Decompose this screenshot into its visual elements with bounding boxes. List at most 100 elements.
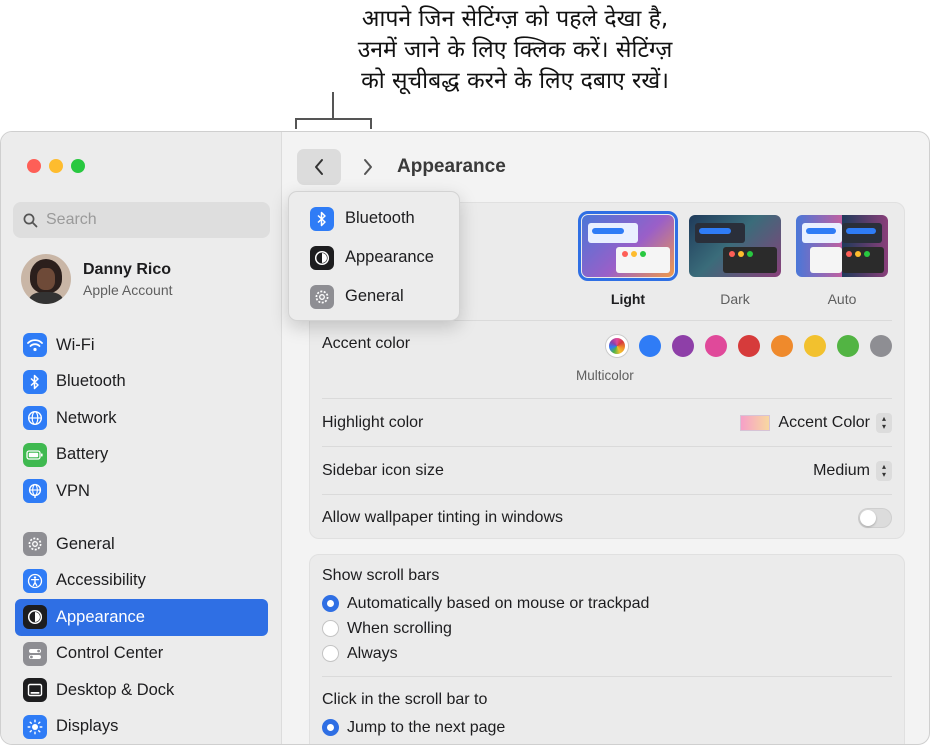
radio-button-selected[interactable] [322, 595, 339, 612]
appearance-mode-picker: Light Dark Auto [578, 211, 888, 307]
sidebar-icon-size-value: Medium [813, 461, 870, 479]
accessibility-icon [23, 568, 47, 593]
account-subtitle: Apple Account [83, 281, 173, 298]
radio-option[interactable]: When scrolling [322, 616, 892, 641]
stage: आपने जिन सेटिंग्ज़ को पहले देखा है, उनमे… [0, 0, 931, 745]
theme-dark[interactable]: Dark [689, 215, 781, 307]
accent-swatch[interactable] [705, 335, 727, 357]
accent-swatch[interactable] [771, 335, 793, 357]
sidebar-icon-size-label: Sidebar icon size [322, 461, 444, 479]
sidebar-icon-size-row: Sidebar icon size Medium ▴ ▾ [322, 446, 892, 494]
settings-window: Danny Rico Apple Account Wi-Fi Bluetooth N… [0, 131, 930, 745]
wifi-icon [23, 333, 47, 358]
sidebar-item-label: Wi-Fi [56, 335, 95, 354]
sidebar-item-displays[interactable]: Displays [15, 709, 268, 745]
radio-label: When scrolling [347, 619, 452, 637]
scroll-bars-title: Show scroll bars [322, 567, 440, 584]
sidebar-item-label: Accessibility [56, 571, 146, 590]
gear-icon [310, 284, 334, 309]
sidebar-group-system: General Accessibility Appearance Control Ce… [15, 526, 268, 745]
appearance-icon [310, 245, 334, 270]
sidebar-item-label: Appearance [56, 607, 145, 626]
sidebar-item-label: General [56, 534, 115, 553]
accent-swatch[interactable] [804, 335, 826, 357]
history-item-general[interactable]: General [289, 277, 459, 316]
vpn-globe-icon [23, 479, 47, 504]
radio-button[interactable] [322, 645, 339, 662]
history-item-appearance[interactable]: Appearance [289, 238, 459, 277]
callout-bracket-left [295, 118, 297, 129]
brightness-icon [23, 714, 47, 739]
dark-theme-thumbnail [689, 215, 781, 277]
sidebar-item-label: Bluetooth [56, 372, 126, 391]
radio-option[interactable]: Always [322, 641, 892, 666]
theme-light[interactable]: Light [578, 211, 678, 307]
accent-swatch[interactable] [639, 335, 661, 357]
avatar [21, 254, 71, 304]
radio-button[interactable] [322, 620, 339, 637]
apple-account[interactable]: Danny Rico Apple Account [21, 254, 173, 304]
accent-color-row: Accent color [322, 320, 892, 398]
highlight-color-row: Highlight color Accent Color ▴ ▾ [322, 398, 892, 446]
window-controls [27, 159, 85, 173]
zoom-window-button[interactable] [71, 159, 85, 173]
accent-swatch[interactable] [672, 335, 694, 357]
sidebar-item-control-center[interactable]: Control Center [15, 636, 268, 673]
control-center-icon [23, 641, 47, 666]
sidebar-item-desktop-dock[interactable]: Desktop & Dock [15, 672, 268, 709]
callout-text: आपने जिन सेटिंग्ज़ को पहले देखा है, उनमे… [300, 4, 730, 97]
callout-line-2: उनमें जाने के लिए क्लिक करें। सेटिंग्ज़ [357, 37, 673, 63]
theme-auto[interactable]: Auto [796, 215, 888, 307]
minimize-window-button[interactable] [49, 159, 63, 173]
search-input[interactable] [46, 211, 256, 229]
sidebar-item-bluetooth[interactable]: Bluetooth [15, 364, 268, 401]
wallpaper-tinting-label: Allow wallpaper tinting in windows [322, 508, 564, 526]
wallpaper-tinting-toggle[interactable] [858, 507, 892, 528]
auto-theme-thumbnail [796, 215, 888, 277]
radio-label: Always [347, 644, 398, 662]
accent-swatch[interactable] [837, 335, 859, 357]
sidebar-item-general[interactable]: General [15, 526, 268, 563]
sidebar-item-appearance[interactable]: Appearance [15, 599, 268, 636]
sidebar-item-wi-fi[interactable]: Wi-Fi [15, 327, 268, 364]
sidebar-item-label: Network [56, 408, 117, 427]
gear-icon [23, 532, 47, 557]
chevron-right-icon [364, 159, 372, 175]
accent-swatch[interactable] [738, 335, 760, 357]
wallpaper-tinting-row: Allow wallpaper tinting in windows [322, 494, 892, 540]
search-field[interactable] [13, 202, 270, 238]
chevron-left-icon [315, 159, 323, 175]
sidebar-group-network: Wi-Fi Bluetooth Network Battery VPN [15, 327, 268, 510]
sidebar-icon-size-popup[interactable]: Medium ▴ ▾ [813, 460, 892, 481]
account-name: Danny Rico [83, 260, 172, 278]
sidebar-item-label: Displays [56, 717, 119, 736]
highlight-color-popup[interactable]: Accent Color ▴ ▾ [740, 412, 892, 433]
highlight-swatch [740, 414, 771, 431]
globe-icon [23, 406, 47, 431]
popup-arrows-icon: ▴ ▾ [876, 412, 892, 433]
accent-color-label: Accent color [322, 335, 411, 352]
sidebar-item-battery[interactable]: Battery [15, 437, 268, 474]
radio-button-selected[interactable] [322, 719, 339, 736]
accent-swatch-multicolor[interactable] [606, 335, 628, 357]
popup-arrows-icon: ▴ ▾ [876, 460, 892, 481]
history-item-bluetooth[interactable]: Bluetooth [289, 199, 459, 238]
sidebar: Danny Rico Apple Account Wi-Fi Bluetooth N… [1, 132, 282, 744]
bluetooth-icon [23, 369, 47, 394]
back-button[interactable] [297, 149, 341, 185]
sidebar-item-vpn[interactable]: VPN [15, 473, 268, 510]
radio-option[interactable]: Automatically based on mouse or trackpad [322, 591, 892, 616]
radio-label: Jump to the next page [347, 718, 506, 736]
sidebar-item-accessibility[interactable]: Accessibility [15, 563, 268, 600]
callout-bracket [295, 118, 371, 120]
appearance-icon [23, 605, 47, 630]
accent-swatch[interactable] [870, 335, 892, 357]
close-window-button[interactable] [27, 159, 41, 173]
forward-button[interactable] [353, 149, 383, 185]
sidebar-item-network[interactable]: Network [15, 400, 268, 437]
radio-option[interactable]: Jump to the next page [322, 715, 892, 740]
accent-color-caption: Multicolor [576, 368, 634, 383]
callout-bracket-right [370, 118, 372, 129]
theme-label: Light [610, 291, 646, 307]
accent-color-swatches [606, 335, 892, 357]
